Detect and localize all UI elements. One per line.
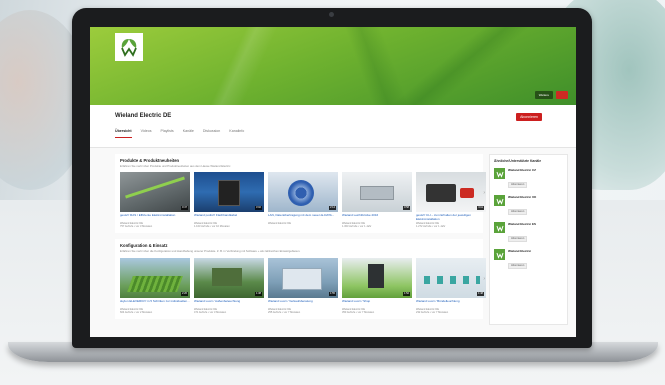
channel-avatar[interactable]: [494, 168, 505, 179]
video-card[interactable]: 4:11 gesis® CLI – zum Erhalten der jewei…: [416, 172, 486, 228]
leaf-w-icon: [496, 252, 503, 259]
video-thumbnail[interactable]: 4:11: [416, 172, 486, 213]
video-card[interactable]: 1:55 Wieland Lucci / Verkaufsberatung Wi…: [268, 257, 338, 314]
video-duration: 1:52: [402, 291, 410, 296]
video-card[interactable]: 2:14 LAN, Datenübertragung mit dem neuen…: [268, 172, 338, 228]
video-title[interactable]: skylon ELEVERIC® in 5 Schritten zur indi…: [120, 300, 190, 307]
video-card[interactable]: 3:02 Wieland podis® Flachbandkabel Wiela…: [194, 172, 264, 228]
related-channels-sidebar: Ähnliche/Unterstützte Kanäle Wieland Ele…: [489, 154, 568, 325]
video-card[interactable]: 0:47 gesis® RAS / Effiziente Elektroinst…: [120, 172, 190, 228]
video-title[interactable]: gesis® RAS / Effiziente Elektroinstallat…: [120, 214, 190, 221]
related-channel-name[interactable]: Wieland Electric CZ: [508, 168, 536, 172]
video-thumbnail[interactable]: 0:58: [342, 172, 412, 213]
channel-avatar[interactable]: [494, 222, 505, 233]
tab-channels[interactable]: Kanäle: [183, 129, 194, 138]
tab-videos[interactable]: Videos: [141, 129, 152, 138]
banner-link-button[interactable]: Weitere: [534, 91, 553, 99]
video-thumbnail[interactable]: 1:52: [342, 257, 412, 298]
related-channel[interactable]: Wieland Electric Abonnieren: [494, 249, 563, 271]
tab-playlists[interactable]: Playlists: [161, 129, 174, 138]
video-card[interactable]: 1:48 Wieland Lucci / Bündelleuchtung Wie…: [416, 257, 486, 314]
leaf-w-icon: [496, 225, 503, 232]
leaf-w-icon: [496, 171, 503, 178]
shelf-description: Erfahren Sie mehr über die Konfiguration…: [120, 249, 301, 254]
video-thumbnail[interactable]: 1:48: [416, 257, 486, 298]
leaf-w-icon: [121, 39, 137, 57]
video-card[interactable]: 1:38 Wieland Lucci / Außenbeleuchtung Wi…: [194, 257, 264, 314]
video-duration: 1:48: [476, 291, 484, 296]
video-meta: 232 Aufrufe • vor 7 Monaten: [416, 310, 449, 314]
shelf-title[interactable]: Produkte & Produktneuheiten: [120, 158, 478, 163]
video-thumbnail[interactable]: 2:14: [268, 172, 338, 213]
banner-social-button[interactable]: [556, 91, 568, 99]
video-meta: 757 Aufrufe • vor 3 Monaten: [120, 225, 153, 229]
video-meta: 255 Aufrufe • vor 7 Monaten: [268, 310, 301, 314]
video-title[interactable]: Wieland Lucci / Bündelleuchtung: [416, 300, 486, 307]
related-subscribe-button[interactable]: Abonnieren: [508, 236, 528, 242]
related-channel[interactable]: Wieland Electric UK Abonnieren: [494, 195, 563, 217]
related-subscribe-button[interactable]: Abonnieren: [508, 209, 528, 215]
channel-banner: Weitere: [90, 27, 576, 105]
video-card[interactable]: 2:26 skylon ELEVERIC® in 5 Schritten zur…: [120, 257, 190, 314]
video-duration: 0:47: [180, 206, 188, 211]
video-duration: 4:11: [477, 206, 484, 211]
video-title[interactable]: Wieland Lucci / Shop: [342, 300, 412, 307]
channel-name: Wieland Electric DE: [115, 113, 172, 119]
related-subscribe-button[interactable]: Abonnieren: [508, 263, 528, 269]
video-title[interactable]: Wieland Lucci / Verkaufsberatung: [268, 300, 338, 307]
wieland-logo[interactable]: [115, 33, 143, 61]
video-duration: 2:14: [328, 206, 336, 211]
tab-discussion[interactable]: Diskussion: [203, 129, 220, 138]
channel-avatar[interactable]: [494, 249, 505, 260]
video-duration: 3:02: [254, 206, 262, 211]
video-duration: 1:55: [328, 291, 336, 296]
channel-tabs: Übersicht Videos Playlists Kanäle Diskus…: [115, 129, 576, 138]
video-meta: 353 Aufrufe • vor 7 Monaten: [342, 310, 375, 314]
related-channel-name[interactable]: Wieland Electric: [508, 249, 531, 253]
channel-header: Wieland Electric DE Abonnieren Übersicht…: [90, 105, 576, 148]
related-channel[interactable]: Wieland Electric CZ Abonnieren: [494, 168, 563, 190]
video-title[interactable]: Wieland Lucci / Außenbeleuchtung: [194, 300, 264, 307]
video-meta: 471 Aufrufe • vor 3 Monaten: [194, 310, 227, 314]
video-meta: 1.303 Aufrufe • vor 1 Jahr: [342, 225, 372, 229]
main-content: Produkte & Produktneuheiten Erfahren Sie…: [115, 154, 486, 325]
channel-avatar[interactable]: [494, 195, 505, 206]
shelf-title[interactable]: Konfiguration & Einsatz: [120, 243, 478, 248]
related-channel[interactable]: Wieland Electric ES Abonnieren: [494, 222, 563, 244]
shelf-description: Erfahren Sie mehr über Produkte und Prod…: [120, 164, 231, 168]
shelf-products: Produkte & Produktneuheiten Erfahren Sie…: [115, 154, 486, 234]
video-meta: 1.103 Aufrufe • vor 10 Monaten: [194, 225, 230, 229]
video-title[interactable]: Wieland podis® Flachbandkabel: [194, 214, 264, 221]
video-meta: 1.272 Aufrufe • vor 1 Jahr: [416, 225, 446, 229]
video-thumbnail[interactable]: 2:26: [120, 257, 190, 298]
video-thumbnail[interactable]: 0:47: [120, 172, 190, 213]
related-subscribe-button[interactable]: Abonnieren: [508, 182, 528, 188]
video-thumbnail[interactable]: 1:55: [268, 257, 338, 298]
related-channel-name[interactable]: Wieland Electric ES: [508, 222, 536, 226]
video-channel[interactable]: Wieland Electric DE: [268, 222, 338, 225]
video-card[interactable]: 0:58 Wieland Leichtbrücke 2016 Wieland E…: [342, 172, 412, 228]
leaf-w-icon: [496, 198, 503, 205]
sidebar-title: Ähnliche/Unterstützte Kanäle: [494, 159, 542, 163]
video-meta: 604 Aufrufe • vor 2 Monaten: [120, 310, 153, 314]
tab-overview[interactable]: Übersicht: [115, 129, 132, 138]
tab-about[interactable]: Kanalinfo: [229, 129, 244, 138]
subscribe-button[interactable]: Abonnieren: [516, 113, 542, 121]
video-title[interactable]: LAN, Datenübertragung mit dem neuen E-DA…: [268, 214, 338, 221]
related-channel-name[interactable]: Wieland Electric UK: [508, 195, 536, 199]
video-thumbnail[interactable]: 1:38: [194, 257, 264, 298]
video-thumbnail[interactable]: 3:02: [194, 172, 264, 213]
video-duration: 2:26: [180, 291, 188, 296]
shelf-next-arrow-icon[interactable]: ›: [483, 190, 485, 196]
video-card[interactable]: 1:52 Wieland Lucci / Shop Wieland Electr…: [342, 257, 412, 314]
video-duration: 1:38: [254, 291, 262, 296]
camera-icon: [329, 12, 334, 17]
video-duration: 0:58: [402, 206, 410, 211]
shelf-next-arrow-icon[interactable]: ›: [483, 276, 485, 282]
laptop-screen: Weitere Wieland Electric DE Abonnieren Ü…: [90, 27, 576, 337]
shelf-configuration: Konfiguration & Einsatz Erfahren Sie meh…: [115, 239, 486, 319]
video-title[interactable]: Wieland Leichtbrücke 2016: [342, 214, 412, 221]
video-title[interactable]: gesis® CLI – zum Erhalten der jeweiligen…: [416, 214, 486, 221]
